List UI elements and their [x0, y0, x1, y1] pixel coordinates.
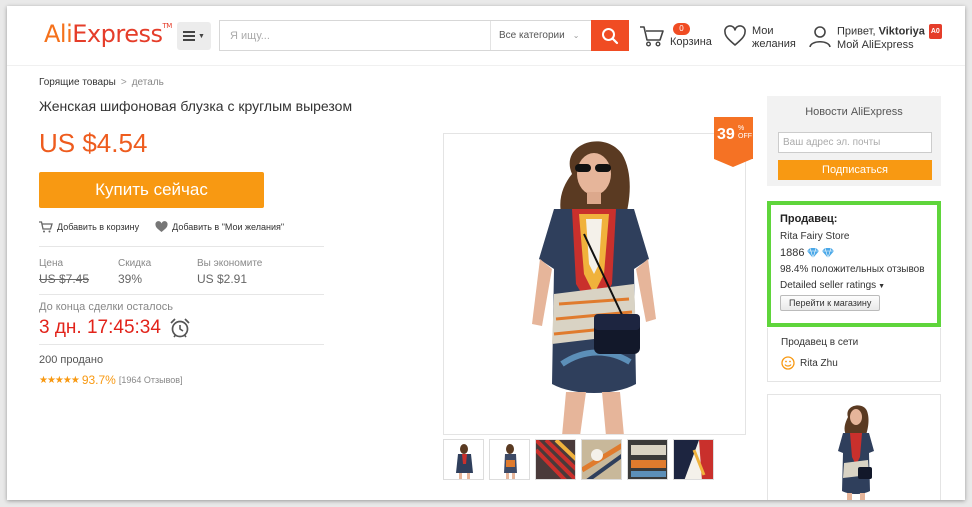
- newsletter-box: Новости AliExpress Подписаться: [767, 96, 941, 186]
- product-price: US $4.54: [39, 128, 148, 158]
- sold-count: 200 продано: [39, 354, 104, 366]
- thumbnail[interactable]: [627, 439, 668, 480]
- breadcrumb-hot-deals[interactable]: Горящие товары: [39, 77, 116, 88]
- detailed-ratings-toggle[interactable]: Detailed seller ratings ▼: [780, 280, 937, 291]
- discount-badge: 39 % OFF: [714, 117, 753, 167]
- thumbnail[interactable]: [535, 439, 576, 480]
- caret-down-icon: ▼: [878, 283, 886, 290]
- site-header: AliExpressTM ▼ Все категории ⌄: [7, 6, 965, 66]
- product-photo: [444, 134, 745, 434]
- thumbnail-image: [674, 440, 713, 479]
- aliexpress-logo[interactable]: AliExpressTM: [44, 20, 172, 48]
- seller-online-heading: Продавец в сети: [781, 337, 859, 348]
- thumbnail-image: [456, 444, 473, 479]
- wishlist-label-line2: желания: [752, 38, 796, 50]
- go-to-store-button[interactable]: Перейти к магазину: [780, 295, 881, 311]
- rating-stars-icon: ★★★★★: [39, 374, 80, 386]
- seller-info-box: Продавец: Rita Fairy Store 1886 98.4% по…: [767, 201, 941, 327]
- subscribe-button[interactable]: Подписаться: [778, 160, 932, 180]
- add-to-wishlist-link[interactable]: Добавить в "Мои желания": [155, 221, 284, 233]
- thumbnail-image: [504, 444, 517, 479]
- product-actions: Добавить в корзину Добавить в "Мои желан…: [39, 221, 284, 233]
- add-to-cart-link[interactable]: Добавить в корзину: [39, 221, 139, 233]
- caret-down-icon: ▼: [198, 32, 205, 40]
- seller-score: 1886: [780, 247, 937, 259]
- user-badge: A0: [928, 24, 942, 39]
- user-icon: [809, 26, 831, 48]
- cart-icon: [39, 221, 53, 233]
- divider: [39, 344, 324, 345]
- savings-stat: Вы экономите US $2.91: [197, 258, 263, 286]
- search-icon: [602, 27, 619, 44]
- diamond-icon: [822, 248, 835, 258]
- thumbnail-strip: [443, 439, 714, 480]
- rating-percent: 93.7%: [81, 373, 116, 387]
- cart-icon: [640, 26, 664, 47]
- alarm-clock-icon: [170, 318, 190, 338]
- store-name-link[interactable]: Rita Fairy Store: [780, 231, 937, 242]
- divider: [39, 246, 324, 247]
- greeting-text: Привет,: [837, 25, 876, 38]
- newsletter-title: Новости AliExpress: [805, 106, 903, 118]
- breadcrumb-separator: >: [120, 77, 127, 88]
- seller-contact[interactable]: Rita Zhu: [781, 356, 940, 370]
- seller-online-box: Продавец в сети Rita Zhu: [767, 328, 941, 382]
- thumbnail-image: [628, 440, 667, 479]
- thumbnail[interactable]: [489, 439, 530, 480]
- smiley-icon: [781, 356, 795, 370]
- menu-icon: [183, 31, 196, 41]
- search-button[interactable]: [591, 20, 629, 51]
- search-bar: Все категории ⌄: [219, 20, 629, 51]
- email-field[interactable]: [778, 132, 932, 153]
- categories-menu-button[interactable]: ▼: [177, 22, 211, 50]
- seller-heading: Продавец:: [780, 213, 838, 225]
- breadcrumb-current: деталь: [131, 77, 164, 88]
- cart-label: Корзина: [670, 36, 712, 48]
- cart-count-badge: 0: [673, 23, 690, 35]
- product-rating[interactable]: ★★★★★ 93.7% [1964 Отзывов]: [39, 373, 183, 387]
- chevron-down-icon: ⌄: [572, 31, 580, 40]
- discount-stat: Скидка 39%: [118, 258, 152, 286]
- product-main-image[interactable]: [443, 133, 746, 435]
- deal-ends-label: До конца сделки осталось: [39, 301, 173, 313]
- positive-feedback: 98.4% положительных отзывов: [780, 264, 925, 275]
- thumbnail-image: [582, 440, 621, 479]
- breadcrumb: Горящие товары > деталь: [39, 77, 164, 88]
- original-price-stat: Цена US $7.45: [39, 258, 90, 286]
- user-name: Viktoriya: [878, 25, 925, 38]
- deal-countdown: 3 дн. 17:45:34: [39, 317, 191, 339]
- heart-icon: [155, 221, 168, 232]
- heart-icon: [724, 25, 746, 46]
- related-product-image: [768, 395, 940, 500]
- price-stats: Цена US $7.45 Скидка 39% Вы экономите US…: [39, 258, 317, 286]
- page-frame: AliExpressTM ▼ Все категории ⌄: [7, 6, 965, 500]
- diamond-icon: [807, 248, 820, 258]
- search-input[interactable]: [220, 21, 490, 50]
- my-account-link[interactable]: Мой AliExpress: [837, 39, 914, 51]
- review-count: [1964 Отзывов]: [118, 375, 183, 385]
- divider: [39, 294, 324, 295]
- related-product-card[interactable]: [767, 394, 941, 500]
- thumbnail[interactable]: [581, 439, 622, 480]
- category-select[interactable]: Все категории ⌄: [490, 21, 590, 50]
- buy-now-button[interactable]: Купить сейчас: [39, 172, 264, 208]
- product-title: Женская шифоновая блузка с круглым вырез…: [39, 98, 353, 114]
- wishlist-label-line1: Мои: [752, 25, 774, 37]
- thumbnail[interactable]: [443, 439, 484, 480]
- thumbnail-image: [536, 440, 575, 479]
- thumbnail[interactable]: [673, 439, 714, 480]
